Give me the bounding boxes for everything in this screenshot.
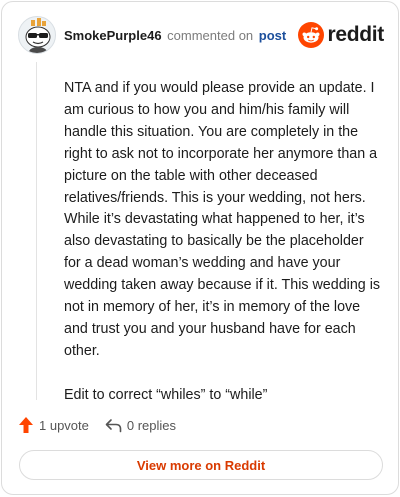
comment-paragraph: NTA and if you would please provide an u… <box>64 80 381 359</box>
reddit-brand[interactable]: reddit <box>298 22 384 48</box>
reply-arrow-icon <box>105 418 122 432</box>
reddit-logo-icon <box>298 22 325 48</box>
comment-card: SmokePurple46 commented on post reddit N… <box>1 1 399 495</box>
snoo-avatar-icon <box>25 18 51 53</box>
thread-line <box>36 62 37 400</box>
upvote-button[interactable]: 1 upvote <box>18 416 89 434</box>
comment-footer: 1 upvote 0 replies <box>18 414 176 436</box>
upvote-count: 1 upvote <box>39 417 89 433</box>
post-link[interactable]: post <box>259 28 286 43</box>
comment-byline: SmokePurple46 commented on post <box>64 28 298 43</box>
view-more-button[interactable]: View more on Reddit <box>19 450 383 480</box>
comment-paragraph: Edit to correct “whiles” to “while” <box>64 386 268 403</box>
upvote-arrow-icon <box>19 417 33 433</box>
action-text: commented on <box>167 27 254 43</box>
reddit-wordmark: reddit <box>327 23 384 46</box>
username-link[interactable]: SmokePurple46 <box>64 28 162 43</box>
replies-count: 0 replies <box>126 417 177 433</box>
comment-body: NTA and if you would please provide an u… <box>64 78 384 429</box>
replies-button[interactable]: 0 replies <box>105 418 176 433</box>
user-avatar[interactable] <box>18 16 56 54</box>
comment-header: SmokePurple46 commented on post reddit <box>18 16 384 54</box>
